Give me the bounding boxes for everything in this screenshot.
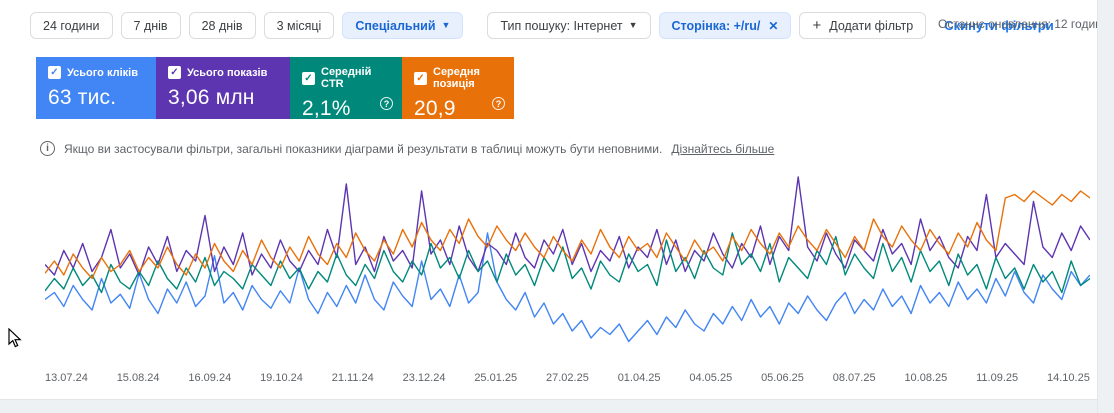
add-filter-label: Додати фільтр <box>829 19 913 33</box>
x-axis-label: 08.07.25 <box>833 372 876 384</box>
card-value: 3,06 млн <box>168 86 278 110</box>
card-label: Середня позиція <box>433 66 502 90</box>
x-axis-label: 21.11.24 <box>332 372 374 384</box>
range-24h-button[interactable]: 24 години <box>30 12 113 39</box>
custom-range-button[interactable]: Спеціальний ▼ <box>342 12 463 39</box>
checkbox-checked-icon[interactable]: ✓ <box>302 72 315 85</box>
page-filter-label: Сторінка: +/ru/ <box>672 19 761 33</box>
card-average-ctr[interactable]: ✓ Середній CTR 2,1% ? <box>290 57 402 119</box>
search-type-dropdown[interactable]: Тип пошуку: Інтернет ▼ <box>487 12 650 39</box>
x-axis-label: 11.09.25 <box>976 372 1018 384</box>
card-label: Середній CTR <box>321 66 390 90</box>
card-total-clicks[interactable]: ✓ Усього кліків 63 тис. <box>36 57 156 119</box>
x-axis-label: 19.10.24 <box>260 372 303 384</box>
card-total-impressions[interactable]: ✓ Усього показів 3,06 млн <box>156 57 290 119</box>
mouse-cursor <box>8 328 22 353</box>
search-console-performance-page: 24 години 7 днів 28 днів 3 місяці Спеціа… <box>0 0 1114 413</box>
checkbox-checked-icon[interactable]: ✓ <box>414 72 427 85</box>
custom-range-label: Спеціальний <box>355 19 435 33</box>
card-value: 20,9 <box>414 97 502 121</box>
filter-notice: i Якщо ви застосували фільтри, загальні … <box>40 141 1114 156</box>
performance-chart[interactable] <box>45 172 1090 357</box>
x-axis-label: 05.06.25 <box>761 372 804 384</box>
search-type-label: Тип пошуку: Інтернет <box>500 19 622 33</box>
page-right-gutter <box>1097 0 1114 413</box>
chevron-down-icon: ▼ <box>442 21 451 30</box>
x-axis-label: 27.02.25 <box>546 372 589 384</box>
plus-icon: + <box>812 18 821 33</box>
x-axis-label: 15.08.24 <box>117 372 160 384</box>
range-7d-button[interactable]: 7 днів <box>121 12 181 39</box>
page-bottom-gutter <box>0 399 1114 413</box>
chart-line-2 <box>45 177 1090 275</box>
x-axis-label: 16.09.24 <box>188 372 231 384</box>
x-axis-label: 23.12.24 <box>403 372 446 384</box>
chevron-down-icon: ▼ <box>629 21 638 30</box>
notice-text: Якщо ви застосували фільтри, загальні по… <box>64 142 662 156</box>
learn-more-link[interactable]: Дізнайтесь більше <box>671 142 774 156</box>
range-28d-button[interactable]: 28 днів <box>189 12 256 39</box>
x-axis-label: 25.01.25 <box>474 372 517 384</box>
close-icon[interactable]: ✕ <box>768 19 778 33</box>
card-label: Усього показів <box>187 67 267 79</box>
metric-cards: ✓ Усього кліків 63 тис. ✓ Усього показів… <box>36 57 1114 119</box>
x-axis-label: 01.04.25 <box>618 372 661 384</box>
help-icon[interactable]: ? <box>380 97 393 110</box>
card-value: 2,1% <box>302 97 390 121</box>
x-axis: 13.07.24 15.08.24 16.09.24 19.10.24 21.11.24… <box>45 372 1090 384</box>
add-filter-button[interactable]: + Додати фільтр <box>799 12 926 39</box>
checkbox-checked-icon[interactable]: ✓ <box>48 66 61 79</box>
x-axis-label: 10.08.25 <box>904 372 947 384</box>
x-axis-label: 14.10.25 <box>1047 372 1090 384</box>
card-average-position[interactable]: ✓ Середня позиція 20,9 ? <box>402 57 514 119</box>
range-3m-button[interactable]: 3 місяці <box>264 12 335 39</box>
x-axis-label: 04.05.25 <box>689 372 732 384</box>
info-icon: i <box>40 141 55 156</box>
help-icon[interactable]: ? <box>492 97 505 110</box>
card-label: Усього кліків <box>67 67 138 79</box>
chart-area: 13.07.24 15.08.24 16.09.24 19.10.24 21.11.24… <box>45 172 1090 384</box>
card-value: 63 тис. <box>48 86 144 110</box>
page-filter-chip[interactable]: Сторінка: +/ru/ ✕ <box>659 12 792 39</box>
x-axis-label: 13.07.24 <box>45 372 88 384</box>
last-update-text: Останнє оновлення: 12 годин тому <box>938 17 1098 31</box>
checkbox-checked-icon[interactable]: ✓ <box>168 66 181 79</box>
